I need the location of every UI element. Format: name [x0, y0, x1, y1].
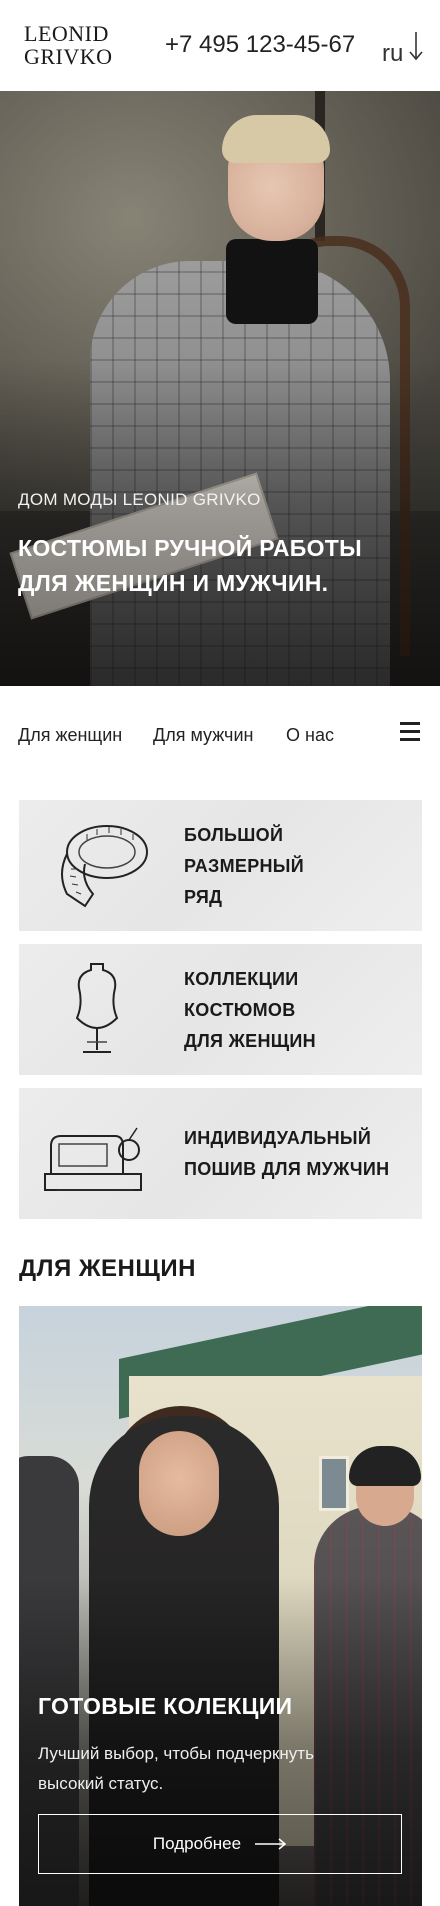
- nav-item-men[interactable]: Для мужчин: [153, 725, 253, 746]
- arrow-down-icon: [409, 31, 423, 68]
- sewing-machine-icon: [44, 1127, 142, 1191]
- logo-line-1: LEONID: [24, 21, 109, 46]
- site-header: LEONID GRIVKO +7 495 123-45-67 ru: [0, 0, 440, 91]
- card-women-collections[interactable]: КОЛЛЕКЦИИ КОСТЮМОВ ДЛЯ ЖЕНЩИН: [19, 944, 422, 1075]
- promo-card: ГОТОВЫЕ КОЛЕКЦИИ Лучший выбор, чтобы под…: [19, 1306, 422, 1906]
- promo-title: ГОТОВЫЕ КОЛЕКЦИИ: [38, 1693, 293, 1719]
- more-button[interactable]: Подробнее: [38, 1814, 402, 1874]
- nav-item-women[interactable]: Для женщин: [18, 725, 122, 746]
- card-label: БОЛЬШОЙ РАЗМЕРНЫЙ РЯД: [184, 825, 304, 907]
- hero-banner: ДОМ МОДЫ LEONID GRIVKO КОСТЮМЫ РУЧНОЙ РА…: [0, 91, 440, 686]
- section-title: ДЛЯ ЖЕНЩИН: [19, 1255, 196, 1282]
- promo-text: Лучший выбор, чтобы подчеркнуть высокий …: [38, 1744, 314, 1793]
- arrow-right-icon: [255, 1838, 287, 1850]
- main-nav: Для женщин Для мужчин О нас: [0, 686, 440, 786]
- logo-line-2: GRIVKO: [24, 44, 113, 69]
- hero-title: КОСТЮМЫ РУЧНОЙ РАБОТЫ ДЛЯ ЖЕНЩИН И МУЖЧИ…: [18, 535, 362, 596]
- hero-eyebrow: ДОМ МОДЫ LEONID GRIVKO: [18, 490, 261, 509]
- language-switcher[interactable]: ru: [382, 31, 423, 68]
- hamburger-menu-icon[interactable]: [400, 722, 422, 742]
- card-men-tailoring[interactable]: ИНДИВИДУАЛЬНЫЙ ПОШИВ ДЛЯ МУЖЧИН: [19, 1088, 422, 1219]
- dress-form-icon: [75, 963, 119, 1053]
- card-label: ИНДИВИДУАЛЬНЫЙ ПОШИВ ДЛЯ МУЖЧИН: [184, 1128, 390, 1179]
- measuring-tape-icon: [61, 825, 148, 908]
- card-size-range[interactable]: БОЛЬШОЙ РАЗМЕРНЫЙ РЯД: [19, 800, 422, 931]
- more-button-label: Подробнее: [152, 1834, 242, 1853]
- logo[interactable]: LEONID GRIVKO: [24, 22, 113, 68]
- card-label: КОЛЛЕКЦИИ КОСТЮМОВ ДЛЯ ЖЕНЩИН: [184, 969, 316, 1051]
- nav-item-about[interactable]: О нас: [286, 725, 334, 746]
- phone-link[interactable]: +7 495 123-45-67: [165, 31, 355, 59]
- language-label: ru: [382, 40, 404, 67]
